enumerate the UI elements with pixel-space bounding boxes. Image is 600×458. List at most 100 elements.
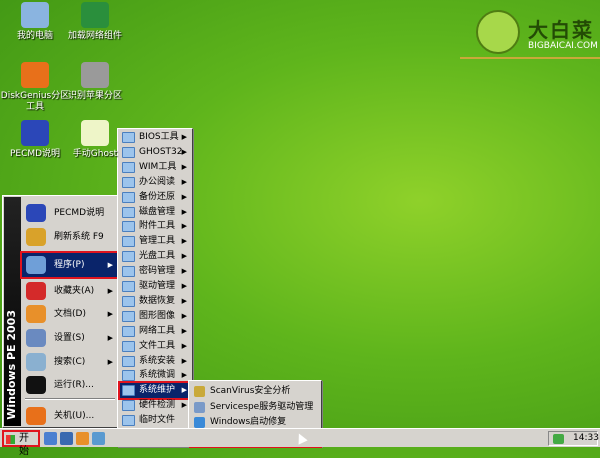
broom-icon (26, 228, 46, 246)
programs-menu-item[interactable]: GHOST32 ▶ (120, 145, 191, 160)
start-menu-item[interactable]: 设置(S) ▶ (22, 326, 117, 350)
menu-item-label: ScanVirus安全分析 (210, 386, 291, 396)
programs-menu-item[interactable]: 密码管理 ▶ (120, 264, 191, 279)
computer-icon (21, 2, 49, 28)
programs-menu-item[interactable]: 附件工具 ▶ (120, 219, 191, 234)
system-tray: 14:33 (548, 431, 599, 446)
quick-launch-icon[interactable] (76, 432, 89, 445)
quick-launch-icon[interactable] (60, 432, 73, 445)
settings-icon (26, 329, 46, 347)
windows-repair-icon (194, 417, 205, 428)
folder-icon (122, 310, 135, 322)
programs-menu-item[interactable]: 文件工具 ▶ (120, 339, 191, 354)
menu-item-label: Servicespe服务驱动管理 (210, 401, 314, 412)
divider (460, 57, 600, 59)
submenu-arrow-icon: ▶ (181, 162, 187, 171)
menu-item-label: PECMD说明 (54, 208, 105, 218)
programs-menu-item[interactable]: 管理工具 ▶ (120, 234, 191, 249)
submenu-arrow-icon: ▶ (181, 177, 187, 186)
desktop-icon-label: 加载网络组件 (67, 31, 122, 41)
bigbaicai-logo: 大白菜 BIGBAICAI.COM (470, 8, 598, 58)
folder-icon (122, 251, 135, 263)
run-icon (26, 376, 46, 394)
documents-icon (26, 305, 46, 323)
folder-icon (122, 385, 135, 397)
scanvirus-icon (194, 386, 205, 397)
programs-menu-item[interactable]: 磁盘管理 ▶ (120, 205, 191, 220)
menu-item-label: 备份还原 (139, 191, 176, 202)
menu-item-label: 关机(U)... (54, 411, 95, 421)
programs-menu-item[interactable]: BIOS工具 ▶ (120, 130, 191, 145)
menu-item-label: 系统微调 (139, 370, 176, 381)
quick-launch-icon[interactable] (44, 432, 57, 445)
menu-item-label: 管理工具 (139, 236, 176, 247)
programs-menu-item[interactable]: 办公阅读 ▶ (120, 175, 191, 190)
menu-separator (25, 398, 115, 400)
programs-menu-item[interactable]: 备份还原 ▶ (120, 190, 191, 205)
desktop-icon-label: 手动Ghost (72, 149, 118, 159)
start-menu-item[interactable]: 搜索(C) ▶ (22, 350, 117, 374)
ghost-icon (81, 120, 109, 146)
programs-menu-item[interactable]: 硬件检测 ▶ (120, 398, 191, 413)
maintenance-menu-item[interactable]: Servicespe服务驱动管理 (191, 400, 320, 415)
menu-item-label: 驱动管理 (139, 281, 176, 291)
folder-icon (122, 266, 135, 278)
start-menu-item[interactable]: PECMD说明 (22, 201, 117, 225)
submenu-arrow-icon: ▶ (181, 296, 187, 305)
programs-menu-item[interactable]: WIM工具 ▶ (120, 160, 191, 175)
start-menu-item[interactable]: 收藏夹(A) ▶ (22, 279, 117, 303)
programs-folder-icon (26, 256, 46, 274)
submenu-arrow-icon: ▶ (107, 261, 113, 269)
help-icon (26, 204, 46, 222)
submenu-arrow-icon: ▶ (181, 237, 187, 246)
network-tray-icon[interactable] (553, 434, 564, 444)
programs-menu-item[interactable]: 系统微调 ▶ (120, 368, 191, 383)
menu-item-label: GHOST32 (139, 146, 183, 157)
menu-item-label: 运行(R)... (54, 380, 94, 390)
start-menu-banner: Windows PE 2003 (4, 197, 21, 426)
menu-item-label: 附件工具 (139, 221, 176, 232)
menu-item-label: 磁盘管理 (139, 206, 176, 217)
menu-item-label: 临时文件 (139, 415, 176, 426)
globe-icon (81, 2, 109, 28)
start-menu-item[interactable]: 文档(D) ▶ (22, 302, 117, 326)
start-button[interactable]: 开始 (2, 430, 40, 457)
submenu-arrow-icon: ▶ (107, 310, 113, 318)
drive-icon (81, 62, 109, 88)
folder-icon (122, 355, 135, 367)
desktop-icon[interactable]: 识别苹果分区 (60, 62, 130, 102)
programs-menu-item[interactable]: 系统维护 ▶ (118, 381, 193, 401)
tool-icon (122, 415, 135, 427)
start-menu-item[interactable]: 程序(P) ▶ (20, 251, 119, 279)
folder-icon (122, 325, 135, 337)
start-menu: Windows PE 2003 PECMD说明刷新系统 F9 程序(P) ▶ 收藏夹(… (2, 195, 119, 428)
maintenance-menu-item[interactable]: ScanVirus安全分析 (191, 384, 320, 399)
programs-menu-item[interactable]: 系统安装 ▶ (120, 354, 191, 369)
folder-icon (122, 295, 135, 307)
submenu-arrow-icon: ▶ (181, 147, 187, 156)
folder-icon (122, 236, 135, 248)
submenu-arrow-icon: ▶ (181, 192, 187, 201)
submenu-arrow-icon: ▶ (181, 222, 187, 231)
start-menu-item[interactable]: 刷新系统 F9 (22, 225, 117, 249)
menu-item-label: 数据恢复 (139, 295, 176, 306)
start-menu-item[interactable]: 运行(R)... (22, 373, 117, 397)
programs-menu-item[interactable]: 临时文件 (120, 413, 191, 428)
submenu-arrow-icon: ▶ (181, 207, 187, 216)
programs-menu-item[interactable]: 驱动管理 ▶ (120, 279, 191, 294)
programs-menu-item[interactable]: 光盘工具 ▶ (120, 249, 191, 264)
diskgenius-icon (21, 62, 49, 88)
programs-menu-item[interactable]: 数据恢复 ▶ (120, 294, 191, 309)
menu-item-label: 办公阅读 (139, 176, 176, 187)
programs-menu-item[interactable]: 网络工具 ▶ (120, 324, 191, 339)
desktop-icon[interactable]: 加载网络组件 (60, 2, 130, 42)
logo-name: 大白菜 (528, 18, 594, 42)
desktop-icon-label: 识别苹果分区 (67, 91, 122, 101)
desktop-icon[interactable]: 手动Ghost (60, 120, 130, 160)
folder-icon (122, 370, 135, 382)
start-menu-item[interactable]: 关机(U)... (22, 404, 117, 428)
submenu-arrow-icon: ▶ (181, 311, 187, 320)
quick-launch-icon[interactable] (92, 432, 105, 445)
programs-menu-item[interactable]: 图形图像 ▶ (120, 309, 191, 324)
submenu-arrow-icon: ▶ (107, 287, 113, 295)
